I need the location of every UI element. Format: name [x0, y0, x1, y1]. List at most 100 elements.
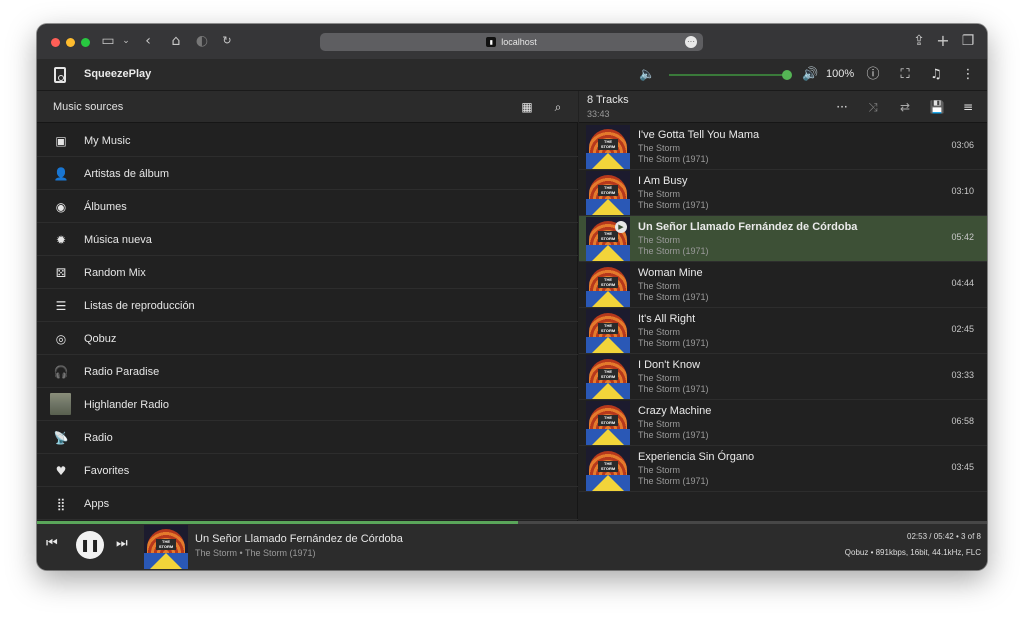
- reload-icon[interactable]: ↻: [218, 33, 236, 49]
- track-album-art: THE STORM: [586, 171, 630, 215]
- queue-track-row[interactable]: THE STORM I Don't Know The Storm The Storm …: [579, 354, 987, 400]
- track-duration: 05:42: [951, 232, 974, 242]
- source-label: Qobuz: [84, 333, 117, 345]
- sidebar-toggle-icon[interactable]: ▭: [99, 33, 117, 49]
- repeat-icon[interactable]: ⇄: [897, 99, 913, 115]
- music-sources-header: Music sources ▦ ⌕: [37, 91, 578, 123]
- track-artist: The Storm: [638, 327, 681, 337]
- volume-down-icon[interactable]: 🔈: [639, 67, 655, 83]
- track-duration: 03:10: [951, 186, 974, 196]
- info-icon[interactable]: ⓘ: [865, 67, 881, 83]
- pause-button[interactable]: ❚❚: [76, 531, 104, 559]
- source-item[interactable]: ◉ Álbumes: [37, 190, 578, 223]
- source-label: Álbumes: [84, 201, 127, 213]
- source-item[interactable]: ✹ Música nueva: [37, 223, 578, 256]
- new-tab-icon[interactable]: +: [934, 33, 952, 49]
- source-item[interactable]: 👤 Artistas de álbum: [37, 157, 578, 190]
- track-duration: 03:45: [951, 462, 974, 472]
- next-track-icon[interactable]: ⏭: [116, 536, 128, 551]
- source-label: Apps: [84, 498, 110, 510]
- qobuz-icon: ◎: [55, 332, 67, 346]
- shield-icon: ◐: [195, 33, 209, 49]
- heart-icon: ♥: [55, 464, 67, 478]
- grid-view-icon[interactable]: ▦: [519, 99, 535, 115]
- fullscreen-icon[interactable]: ⛶: [897, 67, 913, 83]
- source-label: Listas de reproducción: [84, 300, 195, 312]
- track-album: The Storm (1971): [638, 292, 709, 302]
- home-icon[interactable]: ⌂: [167, 33, 185, 49]
- queue-track-row[interactable]: THE STORM I've Gotta Tell You Mama The Sto…: [579, 124, 987, 170]
- address-bar[interactable]: ▮ localhost ···: [320, 33, 703, 51]
- track-count: 8 Tracks: [587, 94, 629, 106]
- site-favicon-icon: ▮: [486, 37, 497, 47]
- tab-overview-icon[interactable]: ❐: [959, 33, 977, 49]
- source-label: Random Mix: [84, 267, 146, 279]
- track-artist: The Storm: [638, 143, 681, 153]
- source-item[interactable]: ▣ My Music: [37, 124, 578, 157]
- now-playing-subtitle: The Storm • The Storm (1971): [195, 548, 316, 558]
- source-item[interactable]: ⚄ Random Mix: [37, 256, 578, 289]
- save-icon[interactable]: 💾: [929, 99, 945, 115]
- share-icon[interactable]: ⇪: [910, 33, 928, 49]
- queue-music-icon[interactable]: ♫: [928, 67, 944, 83]
- address-text: localhost: [501, 37, 537, 47]
- queue-track-row[interactable]: THE STORM Crazy Machine The Storm The Storm…: [579, 400, 987, 446]
- source-item[interactable]: 🎧 Radio Paradise: [37, 355, 578, 388]
- track-artist: The Storm: [638, 465, 681, 475]
- more-horiz-icon[interactable]: ···: [834, 99, 850, 115]
- queue-track-row[interactable]: THE STORM Experiencia Sin Órgano The Storm…: [579, 446, 987, 492]
- volume-up-icon[interactable]: 🔊: [802, 67, 818, 83]
- radio-antenna-icon: 📡: [53, 431, 69, 445]
- page-menu-icon[interactable]: ···: [685, 36, 697, 48]
- library-music-icon: ▣: [55, 134, 67, 148]
- previous-track-icon[interactable]: ⏮: [46, 536, 58, 551]
- shuffle-off-icon[interactable]: ⤨: [865, 99, 881, 115]
- track-album: The Storm (1971): [638, 246, 709, 256]
- source-item[interactable]: 📡 Radio: [37, 421, 578, 454]
- new-releases-icon: ✹: [55, 233, 67, 247]
- track-duration: 02:45: [951, 324, 974, 334]
- source-label: Highlander Radio: [84, 399, 169, 411]
- track-artist: The Storm: [638, 281, 681, 291]
- now-playing-format: Qobuz • 891kbps, 16bit, 44.1kHz, FLC: [844, 548, 981, 557]
- track-album: The Storm (1971): [638, 430, 709, 440]
- now-playing-album-art[interactable]: THE STORM: [144, 525, 188, 569]
- minimize-window-button[interactable]: [66, 38, 75, 47]
- back-icon[interactable]: ‹: [139, 33, 157, 49]
- app-title[interactable]: SqueezePlay: [84, 68, 151, 80]
- source-item[interactable]: Highlander Radio: [37, 388, 578, 421]
- volume-slider-fill: [669, 74, 787, 76]
- chevron-down-icon[interactable]: ⌄: [117, 33, 135, 49]
- dice-icon: ⚄: [55, 266, 67, 280]
- more-vert-icon[interactable]: ⋮: [960, 67, 976, 83]
- track-album: The Storm (1971): [638, 154, 709, 164]
- source-label: Artistas de álbum: [84, 168, 169, 180]
- clear-queue-icon[interactable]: ≡: [960, 99, 976, 115]
- source-item[interactable]: ☰ Listas de reproducción: [37, 289, 578, 322]
- track-artist: The Storm: [638, 235, 681, 245]
- queue-panel: 8 Tracks 33:43 ··· ⤨ ⇄ 💾 ≡ THE STORM I've…: [579, 91, 987, 521]
- source-item[interactable]: ♥ Favorites: [37, 454, 578, 487]
- queue-track-row[interactable]: THE STORM Woman Mine The Storm The Storm (1…: [579, 262, 987, 308]
- track-album: The Storm (1971): [638, 338, 709, 348]
- track-album-art: THE STORM: [586, 309, 630, 353]
- source-item[interactable]: ⣿ Apps: [37, 487, 578, 520]
- search-icon[interactable]: ⌕: [550, 99, 566, 115]
- queue-header: 8 Tracks 33:43 ··· ⤨ ⇄ 💾 ≡: [579, 91, 987, 123]
- source-item[interactable]: ◎ Qobuz: [37, 322, 578, 355]
- station-thumbnail: [50, 393, 71, 415]
- browser-toolbar: ▭ ⌄ ‹ ⌂ ◐ ↻ ▮ localhost ··· ⇪ + ❐: [37, 24, 987, 59]
- zoom-window-button[interactable]: [81, 38, 90, 47]
- now-playing-time: 02:53 / 05:42 • 3 of 8: [907, 532, 981, 541]
- queue-duration: 33:43: [587, 109, 610, 119]
- track-duration: 06:58: [951, 416, 974, 426]
- close-window-button[interactable]: [51, 38, 60, 47]
- track-artist: The Storm: [638, 419, 681, 429]
- queue-track-row[interactable]: THE STORM I Am Busy The Storm The Storm (19…: [579, 170, 987, 216]
- music-sources-title: Music sources: [53, 101, 124, 113]
- queue-track-row[interactable]: THE STORM It's All Right The Storm The Stor…: [579, 308, 987, 354]
- volume-slider-knob[interactable]: [782, 70, 792, 80]
- track-title: I've Gotta Tell You Mama: [638, 129, 760, 141]
- track-title: Woman Mine: [638, 267, 703, 279]
- queue-track-row[interactable]: THE STORM ▶ Un Señor Llamado Fernández de …: [579, 216, 987, 262]
